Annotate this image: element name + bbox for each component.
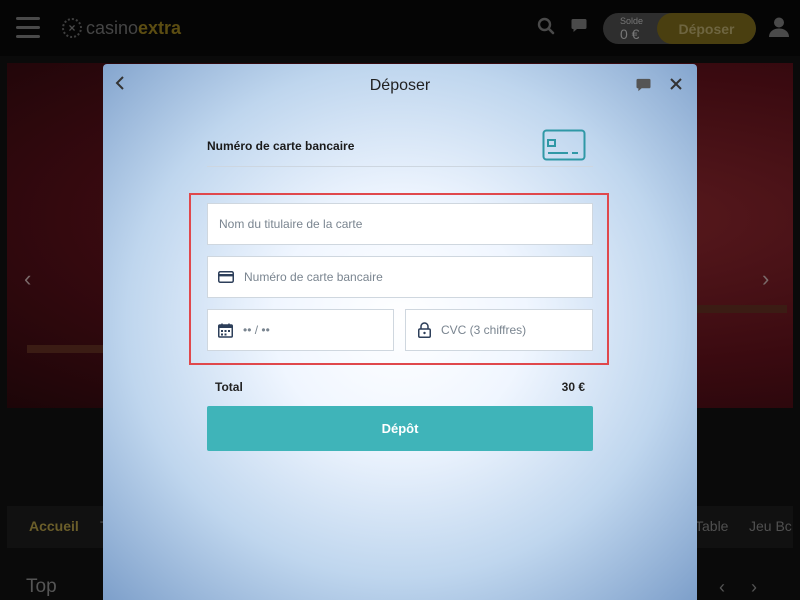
- total-value: 30 €: [561, 380, 585, 394]
- header-deposit-button[interactable]: Déposer: [657, 13, 756, 44]
- logo[interactable]: × casino extra: [62, 16, 181, 40]
- balance-label: Solde: [620, 16, 644, 26]
- deposit-modal: Déposer Numéro de carte bancaire Nom du …: [103, 64, 697, 600]
- deposit-submit-button[interactable]: Dépôt: [207, 406, 593, 451]
- tab-accueil[interactable]: Accueil: [29, 518, 79, 534]
- expiry-input[interactable]: •• / ••: [207, 309, 394, 351]
- search-icon[interactable]: [537, 17, 555, 40]
- total-label: Total: [215, 380, 243, 394]
- tab-table[interactable]: Table: [695, 518, 728, 534]
- section-title: Top: [26, 576, 57, 597]
- cvc-placeholder: CVC (3 chiffres): [441, 323, 527, 337]
- banner-pagoda-right: [697, 253, 787, 313]
- credit-card-icon: [542, 129, 586, 166]
- cvc-input[interactable]: CVC (3 chiffres): [405, 309, 593, 351]
- balance-widget[interactable]: Solde 0 € Déposer: [603, 13, 756, 44]
- carousel-arrows: ‹ ›: [719, 577, 783, 598]
- chat-icon[interactable]: [571, 18, 587, 38]
- logo-text-extra: extra: [138, 17, 182, 38]
- card-number-placeholder: Numéro de carte bancaire: [244, 270, 383, 284]
- carousel-prev-icon[interactable]: ‹: [719, 577, 725, 597]
- hamburger-icon[interactable]: [16, 17, 40, 38]
- chat-icon[interactable]: [636, 78, 651, 97]
- top-bar: × casino extra Solde 0 € Déposer: [0, 0, 800, 56]
- card-number-input[interactable]: Numéro de carte bancaire: [207, 256, 593, 298]
- cardholder-name-placeholder: Nom du titulaire de la carte: [219, 217, 363, 231]
- banner-prev-arrow[interactable]: ‹: [24, 266, 31, 292]
- carousel-next-icon[interactable]: ›: [751, 577, 757, 597]
- banner-next-arrow[interactable]: ›: [762, 266, 769, 292]
- modal-title: Déposer: [369, 77, 431, 94]
- tab-jeu[interactable]: Jeu Bc: [749, 518, 792, 534]
- divider: [207, 166, 593, 167]
- payment-method-label: Numéro de carte bancaire: [207, 139, 355, 153]
- logo-text-casino: casino: [86, 17, 139, 38]
- balance-value: 0 €: [620, 26, 640, 42]
- expiry-placeholder: •• / ••: [243, 323, 270, 337]
- cardholder-name-input[interactable]: Nom du titulaire de la carte: [207, 203, 593, 245]
- logo-mark-icon: ×: [62, 18, 82, 38]
- lock-icon: [418, 322, 431, 338]
- user-icon[interactable]: [768, 16, 790, 43]
- calendar-icon: [218, 323, 233, 338]
- close-icon[interactable]: [669, 75, 683, 96]
- credit-card-icon: [218, 271, 234, 283]
